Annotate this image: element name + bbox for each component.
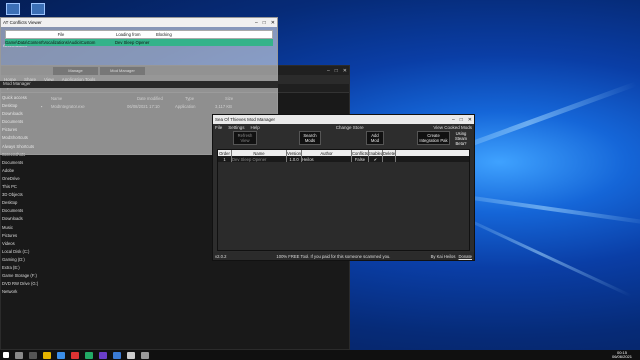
wallpaper-beam	[449, 210, 632, 298]
visual-studio-icon[interactable]	[99, 351, 107, 359]
mod-manager-titlebar[interactable]: Sea Of Thieves Mod Manager – □ ✕	[213, 115, 474, 124]
recycle-bin-icon	[6, 3, 20, 15]
table-row[interactable]: 1 Dev Sleep Opener 1.0.0 Heilos False ✔	[218, 156, 469, 162]
close-icon[interactable]: ✕	[343, 68, 347, 74]
app-icon[interactable]	[127, 351, 135, 359]
app-icon	[31, 3, 45, 15]
clock[interactable]: 00:15 06/06/2021	[612, 350, 640, 360]
conflicts-tabs: Manage Mod Manager	[53, 67, 145, 75]
search-mods-button[interactable]: Search Mods	[299, 131, 321, 145]
sidebar-item[interactable]: Documents	[1, 159, 39, 167]
task-view-icon[interactable]	[29, 351, 37, 359]
sidebar-item[interactable]: Music	[1, 224, 39, 232]
menu-settings[interactable]: Settings	[228, 125, 244, 130]
steam-beta-checkbox[interactable]: Using Steam Beta?	[451, 131, 471, 146]
sidebar-item[interactable]: Network	[1, 288, 39, 296]
table-row[interactable]: Game\Data\Content\Vocalizations\Audio\Cu…	[5, 39, 273, 46]
sidebar-item[interactable]: Downloads	[1, 215, 39, 223]
close-icon[interactable]: ✕	[468, 117, 472, 123]
version-label: v2.0.2	[215, 253, 227, 259]
mod-manager-bar[interactable]: Mod Manager	[0, 81, 278, 88]
sidebar-item[interactable]: Extra (E:)	[1, 264, 39, 272]
change-store-button[interactable]: Change Store	[336, 125, 364, 130]
sidebar-item[interactable]: Local Disk (C:)	[1, 248, 39, 256]
maximize-icon[interactable]: □	[460, 117, 463, 123]
mod-manager-window[interactable]: Sea Of Thieves Mod Manager – □ ✕ File Sett…	[212, 114, 475, 261]
maximize-icon[interactable]: □	[335, 68, 338, 74]
close-icon[interactable]: ✕	[271, 20, 275, 26]
tab-manage[interactable]: Manage	[53, 67, 98, 75]
sidebar-item[interactable]: Documents	[1, 207, 39, 215]
maximize-icon[interactable]: □	[263, 20, 266, 26]
refresh-view-button[interactable]: Refresh View	[233, 131, 257, 145]
status-message: 100% FREE Tool. If you paid for this som…	[276, 253, 391, 259]
sidebar-item[interactable]: 3D Objects	[1, 191, 39, 199]
mods-table: Order Name Version Author Conflicts Enab…	[217, 149, 470, 251]
create-integration-pak-button[interactable]: Create Integration Pak	[417, 131, 450, 145]
credit-label: By Kai Heilos	[430, 253, 456, 259]
app-icon[interactable]	[85, 351, 93, 359]
add-mod-button[interactable]: Add Mod	[366, 131, 384, 145]
app-icon[interactable]	[141, 351, 149, 359]
chrome-icon[interactable]	[71, 351, 79, 359]
sidebar-item[interactable]: Pictures	[1, 232, 39, 240]
sidebar-item[interactable]: Gaming (D:)	[1, 256, 39, 264]
sidebar-item[interactable]: Game Storage (F:)	[1, 272, 39, 280]
enabled-checkbox[interactable]: ✔	[369, 156, 383, 162]
taskbar: 00:15 06/06/2021	[0, 350, 640, 360]
sidebar-item[interactable]: Videos	[1, 240, 39, 248]
window-title: AT Conflicts Viewer	[3, 20, 42, 25]
mail-icon[interactable]	[57, 351, 65, 359]
menu-file[interactable]: File	[215, 125, 222, 130]
sidebar-item[interactable]: DVD RW Drive (G:) TM1	[1, 280, 39, 288]
sidebar-item[interactable]: Adobe	[1, 167, 39, 175]
menu-help[interactable]: Help	[251, 125, 260, 130]
minimize-icon[interactable]: –	[255, 20, 258, 26]
menu-bar: File Settings Help Change Store View Coo…	[213, 124, 474, 131]
minimize-icon[interactable]: –	[452, 117, 455, 123]
app-icon[interactable]	[113, 351, 121, 359]
window-title: Sea Of Thieves Mod Manager	[215, 117, 275, 122]
minimize-icon[interactable]: –	[327, 68, 330, 74]
sidebar-item[interactable]: OneDrive	[1, 175, 39, 183]
sidebar-item[interactable]: This PC	[1, 183, 39, 191]
delete-button[interactable]	[383, 156, 396, 162]
status-bar: v2.0.2 100% FREE Tool. If you paid for t…	[213, 252, 474, 260]
conflicts-titlebar[interactable]: AT Conflicts Viewer – □ ✕	[1, 18, 277, 27]
file-explorer-icon[interactable]	[43, 351, 51, 359]
tab-mod-manager[interactable]: Mod Manager	[100, 67, 145, 75]
start-icon[interactable]	[3, 352, 9, 358]
search-icon[interactable]	[15, 351, 23, 359]
sidebar-item[interactable]: Desktop	[1, 199, 39, 207]
conflicts-table-header: File Loading from Blocking	[5, 30, 273, 39]
view-cooked-mods-button[interactable]: View Cooked Mods	[433, 125, 474, 130]
donate-link[interactable]: Donate	[458, 254, 472, 259]
